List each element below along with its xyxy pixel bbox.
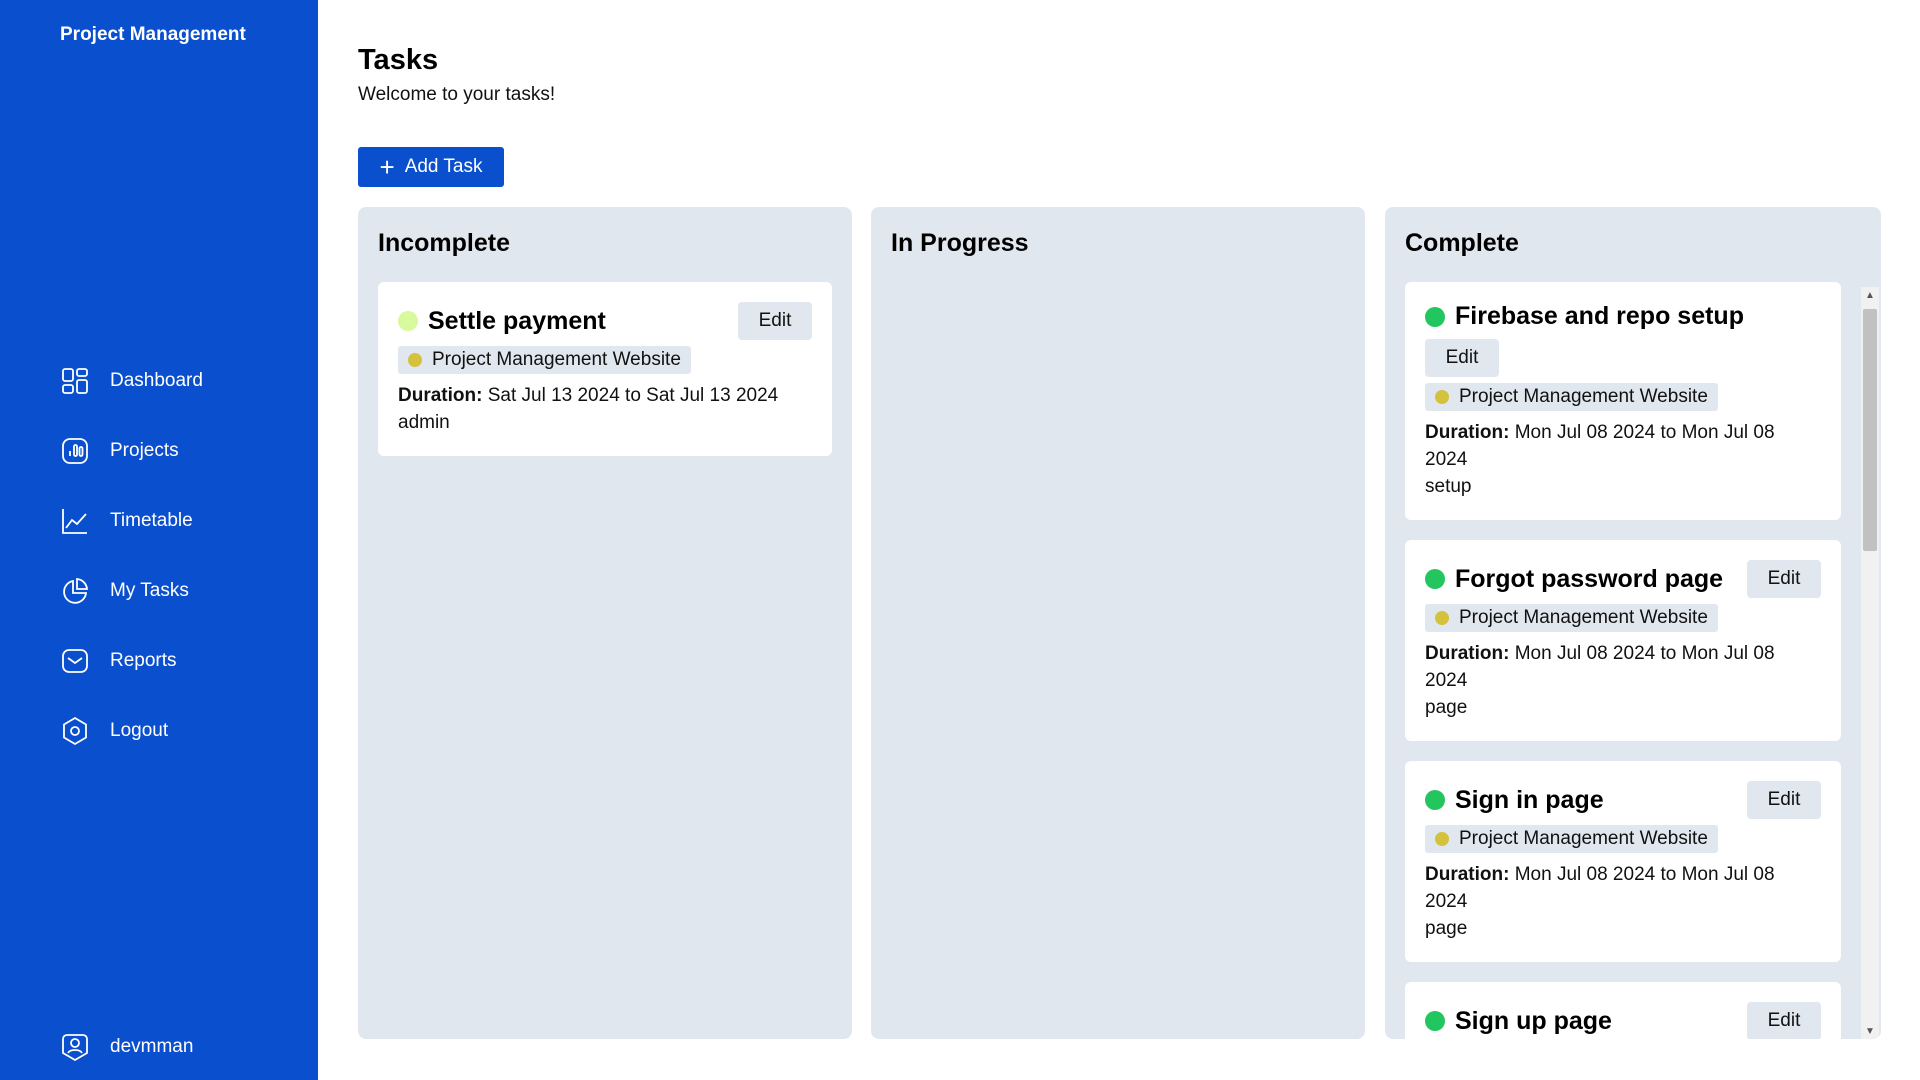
edit-button[interactable]: Edit [1425,339,1499,377]
column-complete: Complete Firebase and repo setup Edit Pr… [1385,207,1881,1039]
column-title: In Progress [891,229,1029,257]
mail-icon [60,646,90,676]
status-dot-icon [1425,790,1445,810]
user-profile[interactable]: devmman [60,1032,193,1062]
task-duration: Duration: Mon Jul 08 2024 to Mon Jul 08 … [1425,640,1821,694]
status-dot-icon [1425,569,1445,589]
sidebar: Project Management Dashboard Projects Ti… [0,0,318,1080]
scroll-thumb[interactable] [1863,309,1877,551]
project-name: Project Management Website [1459,607,1708,628]
project-tag: Project Management Website [1425,825,1718,853]
duration-label: Duration: [398,385,483,406]
project-tag: Project Management Website [398,346,691,374]
column-body: Settle payment Edit Project Management W… [378,282,832,1039]
sidebar-item-label: Dashboard [110,370,203,391]
task-title: Forgot password page [1455,564,1724,593]
task-title: Firebase and repo setup [1455,302,1744,330]
column-title: Incomplete [378,229,510,257]
task-card[interactable]: Firebase and repo setup Edit Project Man… [1405,282,1841,520]
plus-icon: + [379,152,395,182]
dashboard-icon [60,366,90,396]
edit-button[interactable]: Edit [1747,1002,1821,1039]
sidebar-item-reports[interactable]: Reports [0,626,318,696]
scroll-down-arrow-icon[interactable]: ▼ [1861,1023,1879,1039]
task-title: Sign up page [1455,1006,1612,1035]
project-dot-icon [1435,611,1449,625]
task-note: setup [1425,476,1472,497]
project-dot-icon [1435,832,1449,846]
task-duration: Duration: Sat Jul 13 2024 to Sat Jul 13 … [398,382,812,409]
pie-chart-icon [60,576,90,606]
task-title: Sign in page [1455,785,1604,814]
sidebar-item-label: Projects [110,440,179,461]
sidebar-item-logout[interactable]: Logout [0,696,318,766]
project-tag: Project Management Website [1425,604,1718,632]
column-incomplete: Incomplete Settle payment Edit Project M… [358,207,852,1039]
sidebar-item-label: My Tasks [110,580,189,601]
column-scrollbar[interactable]: ▲ ▼ [1861,287,1879,1039]
sidebar-item-label: Reports [110,650,177,671]
sidebar-item-projects[interactable]: Projects [0,416,318,486]
sidebar-item-timetable[interactable]: Timetable [0,486,318,556]
column-body [891,282,1345,1039]
page-subtitle: Welcome to your tasks! [358,84,556,105]
add-task-button[interactable]: + Add Task [358,147,504,187]
sidebar-nav: Dashboard Projects Timetable My Tasks Re… [0,346,318,766]
task-card[interactable]: Sign in page Edit Project Management Web… [1405,761,1841,962]
column-title: Complete [1405,229,1519,257]
task-note: admin [398,412,450,433]
edit-button[interactable]: Edit [1747,781,1821,819]
sidebar-item-dashboard[interactable]: Dashboard [0,346,318,416]
task-note: page [1425,918,1468,939]
project-dot-icon [1435,390,1449,404]
project-name: Project Management Website [432,349,681,370]
status-dot-icon [1425,1011,1445,1031]
scroll-up-arrow-icon[interactable]: ▲ [1861,287,1879,303]
task-note: page [1425,697,1468,718]
user-name: devmman [110,1036,194,1057]
user-badge-icon [60,1032,90,1062]
column-body: Firebase and repo setup Edit Project Man… [1405,282,1841,1039]
task-duration: Duration: Mon Jul 08 2024 to Mon Jul 08 … [1425,861,1821,915]
column-in-progress: In Progress [871,207,1365,1039]
task-title: Settle payment [428,306,606,335]
task-duration: Duration: Mon Jul 08 2024 to Mon Jul 08 … [1425,419,1821,473]
main-content: Tasks Welcome to your tasks! + Add Task … [318,0,1920,1080]
project-tag: Project Management Website [1425,383,1718,411]
edit-button[interactable]: Edit [738,302,812,340]
project-name: Project Management Website [1459,828,1708,849]
app-brand[interactable]: Project Management [60,24,246,46]
project-dot-icon [408,353,422,367]
duration-label: Duration: [1425,864,1510,885]
page-title: Tasks [358,44,439,76]
task-card[interactable]: Forgot password page Edit Project Manage… [1405,540,1841,741]
project-name: Project Management Website [1459,386,1708,407]
status-dot-icon [1425,306,1445,327]
bar-chart-icon [60,436,90,466]
duration-label: Duration: [1425,643,1510,664]
task-card[interactable]: Sign up page Edit [1405,982,1841,1039]
add-task-label: Add Task [404,156,483,177]
task-card[interactable]: Settle payment Edit Project Management W… [378,282,832,456]
sidebar-item-label: Logout [110,720,169,741]
sidebar-item-label: Timetable [110,510,193,531]
duration-value: Sat Jul 13 2024 to Sat Jul 13 2024 [482,385,779,406]
line-chart-icon [60,506,90,536]
edit-button[interactable]: Edit [1747,560,1821,598]
sidebar-item-my-tasks[interactable]: My Tasks [0,556,318,626]
status-dot-icon [398,311,418,331]
duration-label: Duration: [1425,422,1510,443]
hexagon-icon [60,716,90,746]
